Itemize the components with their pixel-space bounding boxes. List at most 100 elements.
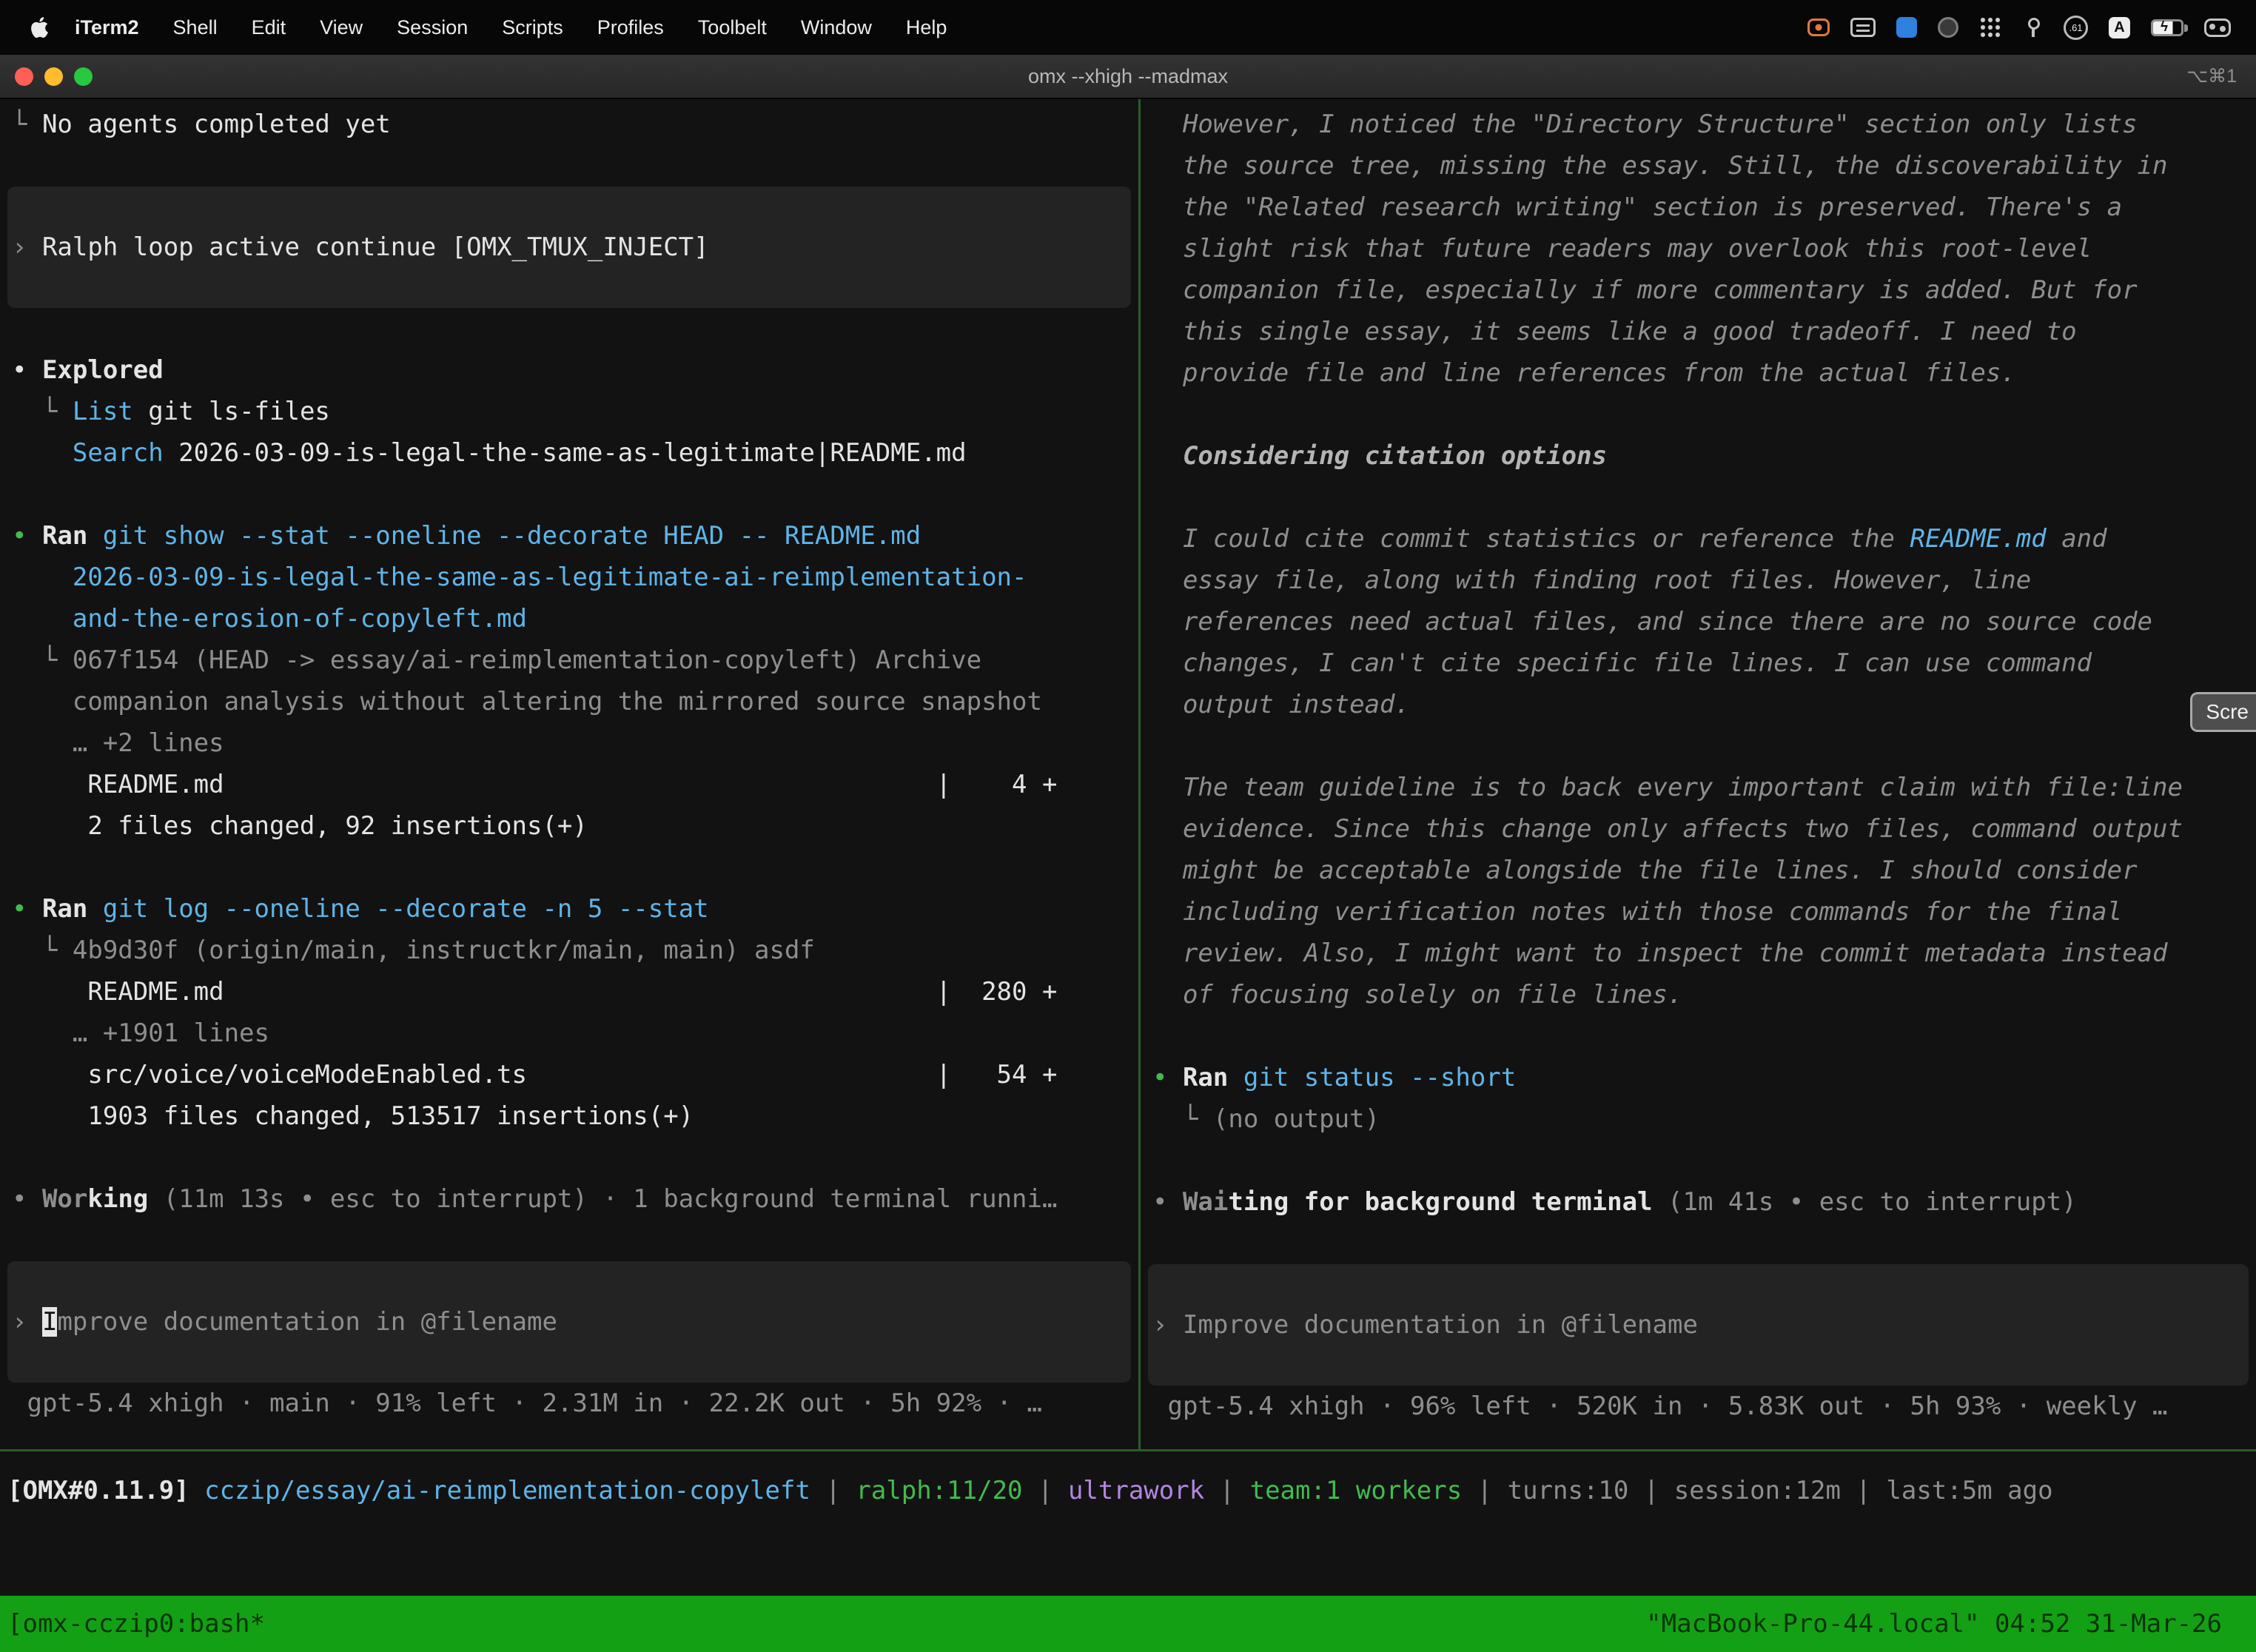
- prompt-input-right[interactable]: › Improve documentation in @filename: [1148, 1264, 2249, 1386]
- menu-item-shell[interactable]: Shell: [173, 16, 218, 39]
- terminal-line: 1903 files changed, 513517 insertions(+): [0, 1095, 1138, 1137]
- text-segment: ting for background terminal: [1228, 1187, 1652, 1217]
- text-segment: provide file and line references from th…: [1152, 358, 2016, 388]
- text-segment: List: [73, 397, 133, 426]
- text-segment: |: [1023, 1476, 1068, 1505]
- terminal-line: changes, I can't cite specific file line…: [1141, 642, 2256, 684]
- terminal-line: README.md | 280 +: [0, 971, 1138, 1013]
- text-segment: cczip/essay/ai-reimplementation-copyleft: [204, 1476, 810, 1505]
- terminal-line: … +2 lines: [0, 722, 1138, 764]
- text-segment: └ (no output): [1152, 1104, 1380, 1134]
- thinking-heading: Considering citation options: [1141, 435, 2256, 477]
- prompt-input-left[interactable]: › Improve documentation in @filename: [7, 1261, 1131, 1383]
- terminal-line: output instead.: [1141, 684, 2256, 725]
- menu-item-session[interactable]: Session: [397, 16, 468, 39]
- menu-item-profiles[interactable]: Profiles: [597, 16, 664, 39]
- text-segment: session:12m: [1674, 1476, 1841, 1505]
- menu-item-toolbelt[interactable]: Toolbelt: [698, 16, 767, 39]
- terminal-line: The team guideline is to back every impo…: [1141, 767, 2256, 808]
- zoom-window-button[interactable]: [74, 67, 93, 86]
- text-cursor: I: [42, 1307, 57, 1337]
- screen-recording-indicator[interactable]: [1807, 19, 1830, 36]
- text-segment: [12, 438, 73, 468]
- dark-app-icon[interactable]: [1938, 17, 1958, 38]
- text-segment: ›: [1152, 1310, 1183, 1340]
- blank-line: [1141, 1015, 2256, 1057]
- menu-item-scripts[interactable]: Scripts: [502, 16, 563, 39]
- text-segment: •: [12, 521, 42, 551]
- box-line: › Improve documentation in @filename: [7, 1301, 557, 1343]
- text-segment: •: [1152, 1063, 1183, 1092]
- text-segment: •: [12, 1184, 42, 1214]
- omx-status-line: [OMX#0.11.9] cczip/essay/ai-reimplementa…: [7, 1470, 2256, 1511]
- close-window-button[interactable]: [15, 67, 33, 86]
- text-segment: companion analysis without altering the …: [12, 687, 1042, 716]
- model-status-left: gpt-5.4 xhigh · main · 91% left · 2.31M …: [0, 1383, 1138, 1424]
- terminal-line: └ 067f154 (HEAD -> essay/ai-reimplementa…: [0, 639, 1138, 681]
- screen-overlay-button[interactable]: Scre: [2190, 692, 2256, 732]
- pane-horizontal-divider: [0, 1449, 2256, 1451]
- text-segment: gpt-5.4 xhigh · 96% left · 520K in · 5.8…: [1152, 1391, 2167, 1421]
- control-center-icon[interactable]: [2204, 19, 2231, 37]
- menu-item-iterm2[interactable]: iTerm2: [75, 16, 139, 39]
- text-segment: evidence. Since this change only affects…: [1152, 814, 2183, 844]
- text-segment: However, I noticed the "Directory Struct…: [1152, 110, 2138, 139]
- text-segment: Wor: [42, 1184, 87, 1214]
- left-pane[interactable]: └ No agents completed yet › Ralph loop a…: [0, 99, 1138, 1449]
- window-title: omx --xhigh --madmax: [0, 65, 2256, 88]
- terminal-line: 2 files changed, 92 insertions(+): [0, 805, 1138, 847]
- terminal-line: and-the-erosion-of-copyleft.md: [0, 598, 1138, 639]
- menu-items: iTerm2 Shell Edit View Session Scripts Profile…: [75, 16, 947, 39]
- text-segment: (1m 41s • esc to interrupt): [1653, 1187, 2077, 1217]
- text-segment: mprove documentation in @filename: [57, 1307, 557, 1337]
- menu-item-window[interactable]: Window: [801, 16, 872, 39]
- text-segment: slight risk that future readers may over…: [1152, 234, 2092, 263]
- terminal-line: the source tree, missing the essay. Stil…: [1141, 145, 2256, 187]
- text-segment: might be acceptable alongside the file l…: [1152, 856, 2138, 885]
- text-segment: └: [12, 110, 42, 139]
- text-segment: references need actual files, and since …: [1152, 607, 2152, 637]
- blank-line: [1141, 394, 2256, 435]
- menu-item-help[interactable]: Help: [906, 16, 947, 39]
- text-segment: ultrawork: [1068, 1476, 1204, 1505]
- keyboard-viewer-icon[interactable]: [1850, 18, 1876, 37]
- blank-line: [1141, 725, 2256, 767]
- menu-item-view[interactable]: View: [320, 16, 363, 39]
- blank-line: [0, 1137, 1138, 1178]
- right-pane[interactable]: However, I noticed the "Directory Struct…: [1141, 99, 2256, 1449]
- text-segment: companion file, especially if more comme…: [1152, 275, 2138, 305]
- dots-grid-icon[interactable]: [1979, 16, 2001, 38]
- text-segment: … +2 lines: [12, 728, 224, 758]
- menu-bar: iTerm2 Shell Edit View Session Scripts Profile…: [0, 0, 2256, 55]
- apple-menu-icon[interactable]: [31, 17, 48, 38]
- text-segment: changes, I can't cite specific file line…: [1152, 648, 2092, 678]
- text-segment: •: [1152, 1187, 1183, 1217]
- minimize-window-button[interactable]: [44, 67, 63, 86]
- text-segment: |: [1841, 1476, 1886, 1505]
- blank-line: [0, 1220, 1138, 1261]
- menu-item-edit[interactable]: Edit: [252, 16, 286, 39]
- battery-charging-icon[interactable]: [2151, 19, 2183, 36]
- blank-line: [1141, 1223, 2256, 1264]
- menu-status-icons: .61 A: [1807, 16, 2231, 40]
- blank-line: [0, 474, 1138, 515]
- battery-percent-badge[interactable]: .61: [2064, 16, 2088, 40]
- text-segment: ›: [12, 1307, 42, 1337]
- text-segment: └ 4b9d30f (origin/main, instructkr/main,…: [12, 936, 815, 965]
- blank-line: [0, 145, 1138, 187]
- input-source-icon[interactable]: A: [2109, 17, 2130, 38]
- waiting-indicator: • Waiting for background terminal (1m 41…: [1141, 1181, 2256, 1223]
- box-line: › Improve documentation in @filename: [1148, 1304, 1698, 1346]
- ran-git-status: • Ran git status --short: [1141, 1057, 2256, 1098]
- terminal-line: slight risk that future readers may over…: [1141, 228, 2256, 269]
- text-segment: 2026-03-09-is-legal-the-same-as-legitima…: [12, 563, 1027, 592]
- terminal-line: I could cite commit statistics or refere…: [1141, 518, 2256, 560]
- text-segment: … +1901 lines: [12, 1018, 269, 1048]
- terminal-line: might be acceptable alongside the file l…: [1141, 850, 2256, 891]
- tmux-status-bar: [omx-cczip0:bash* "MacBook-Pro-44.local"…: [0, 1596, 2256, 1652]
- text-segment: Explored: [42, 355, 164, 385]
- swift-app-icon[interactable]: [1896, 17, 1917, 38]
- text-segment: of focusing solely on file lines.: [1152, 980, 1682, 1010]
- key-app-icon[interactable]: [2022, 17, 2043, 38]
- text-segment: 2026-03-09-is-legal-the-same-as-legitima…: [164, 438, 967, 468]
